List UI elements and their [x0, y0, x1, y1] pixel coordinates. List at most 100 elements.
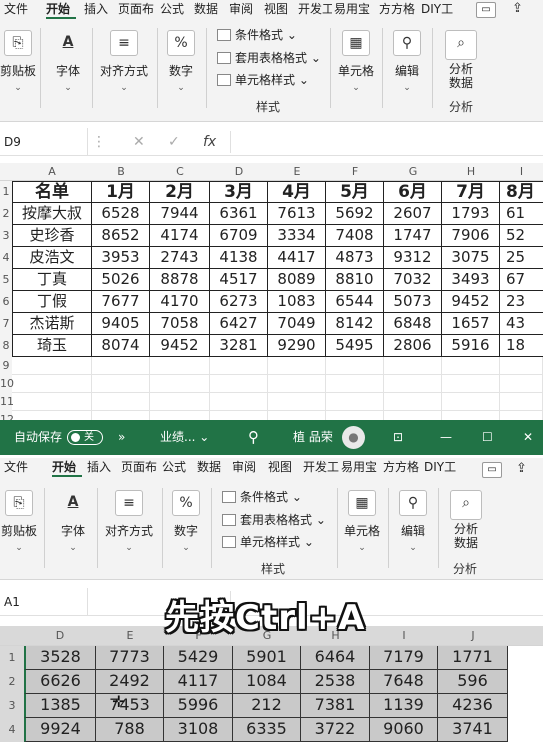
table-cell[interactable]: 3281: [210, 335, 268, 357]
empty-cell[interactable]: [500, 357, 543, 375]
number-button[interactable]: % 数字 ⌄: [165, 30, 197, 93]
table-cell[interactable]: 1793: [442, 203, 500, 225]
table-cell[interactable]: 7032: [384, 269, 442, 291]
table-header-cell[interactable]: 3月: [210, 181, 268, 203]
column-header[interactable]: E: [96, 626, 164, 646]
close-icon[interactable]: ✕: [523, 420, 533, 455]
empty-cell[interactable]: [500, 375, 543, 393]
empty-cell[interactable]: [210, 393, 268, 411]
tab-1[interactable]: 开始: [46, 1, 76, 19]
selected-cell[interactable]: 5996: [164, 694, 233, 718]
table-cell[interactable]: 7677: [92, 291, 150, 313]
table-header-cell[interactable]: 5月: [326, 181, 384, 203]
table-cell[interactable]: 9312: [384, 247, 442, 269]
tab-4[interactable]: 公式: [160, 1, 190, 19]
selected-cell[interactable]: 6464: [301, 646, 370, 670]
selected-cell[interactable]: 3741: [438, 718, 508, 742]
selected-cell[interactable]: 2538: [301, 670, 370, 694]
name-cell[interactable]: 琦玉: [12, 335, 92, 357]
selected-cell[interactable]: 7381: [301, 694, 370, 718]
empty-cell[interactable]: [442, 357, 500, 375]
tab-3[interactable]: 页面布: [118, 1, 158, 19]
tab-9[interactable]: 易用宝: [334, 1, 378, 19]
table-cell[interactable]: 7049: [268, 313, 326, 335]
table-header-cell[interactable]: 1月: [92, 181, 150, 203]
empty-cell[interactable]: [210, 375, 268, 393]
table-cell[interactable]: 3953: [92, 247, 150, 269]
table-cell[interactable]: 4873: [326, 247, 384, 269]
tab-8[interactable]: 开发工: [303, 459, 339, 477]
format-as-table-button[interactable]: 套用表格格式 ⌄: [217, 49, 321, 67]
font-button[interactable]: A 字体 ⌄: [50, 30, 86, 93]
row-header[interactable]: 4: [0, 247, 12, 269]
cell-styles-button[interactable]: 单元格样式 ⌄: [217, 71, 309, 89]
minimize-icon[interactable]: —: [440, 420, 452, 455]
selected-cell[interactable]: 6335: [233, 718, 301, 742]
table-cell[interactable]: 7613: [268, 203, 326, 225]
name-cell[interactable]: 丁假: [12, 291, 92, 313]
table-cell[interactable]: 67: [500, 269, 543, 291]
analyze-data-button[interactable]: ⌕ 分析 数据: [446, 490, 486, 550]
empty-cell[interactable]: [92, 375, 150, 393]
tab-7[interactable]: 视图: [264, 1, 294, 19]
table-cell[interactable]: 23: [500, 291, 543, 313]
selected-cell[interactable]: 7648: [370, 670, 438, 694]
empty-cell[interactable]: [384, 411, 442, 420]
table-header-cell[interactable]: 7月: [442, 181, 500, 203]
empty-cell[interactable]: [268, 393, 326, 411]
table-cell[interactable]: 61: [500, 203, 543, 225]
row-header[interactable]: 8: [0, 335, 12, 357]
row-header[interactable]: 7: [0, 313, 12, 335]
tab-11[interactable]: DIY工: [421, 1, 457, 19]
table-cell[interactable]: 9405: [92, 313, 150, 335]
selected-cell[interactable]: 1771: [438, 646, 508, 670]
table-header-cell[interactable]: 名单: [12, 181, 92, 203]
row-header[interactable]: 1: [0, 646, 24, 670]
selected-cell[interactable]: 1139: [370, 694, 438, 718]
empty-cell[interactable]: [12, 411, 92, 420]
empty-cell[interactable]: [384, 393, 442, 411]
empty-cell[interactable]: [12, 393, 92, 411]
column-header[interactable]: D: [24, 626, 96, 646]
column-header[interactable]: I: [370, 626, 438, 646]
column-header[interactable]: D: [210, 163, 268, 181]
selected-cell[interactable]: 6626: [24, 670, 96, 694]
file-name[interactable]: 业绩... ⌄: [160, 420, 209, 455]
tab-4[interactable]: 公式: [162, 459, 192, 477]
row-header[interactable]: 10: [0, 375, 14, 393]
table-cell[interactable]: 5026: [92, 269, 150, 291]
clipboard-button[interactable]: ⎘ 剪贴板 ⌄: [0, 490, 38, 553]
edit-button[interactable]: ⚲ 编辑 ⌄: [396, 490, 430, 553]
table-cell[interactable]: 43: [500, 313, 543, 335]
empty-cell[interactable]: [12, 375, 92, 393]
tab-2[interactable]: 插入: [84, 1, 114, 19]
table-cell[interactable]: 1747: [384, 225, 442, 247]
empty-cell[interactable]: [384, 375, 442, 393]
comment-icon[interactable]: ▭: [476, 2, 496, 18]
table-cell[interactable]: 18: [500, 335, 543, 357]
row-header[interactable]: 12: [0, 411, 14, 420]
table-cell[interactable]: 8089: [268, 269, 326, 291]
selected-cell[interactable]: 3722: [301, 718, 370, 742]
name-cell[interactable]: 史珍香: [12, 225, 92, 247]
name-cell[interactable]: 按摩大叔: [12, 203, 92, 225]
row-header[interactable]: 3: [0, 225, 12, 247]
empty-cell[interactable]: [500, 411, 543, 420]
empty-cell[interactable]: [268, 411, 326, 420]
selected-cell[interactable]: 7773: [96, 646, 164, 670]
row-header[interactable]: 2: [0, 670, 24, 694]
empty-cell[interactable]: [92, 357, 150, 375]
ribbon-display-icon[interactable]: ⊡: [393, 420, 403, 455]
table-cell[interactable]: 25: [500, 247, 543, 269]
empty-cell[interactable]: [384, 357, 442, 375]
tab-8[interactable]: 开发工: [298, 1, 332, 19]
cells-button[interactable]: ▦ 单元格 ⌄: [337, 30, 375, 93]
column-header[interactable]: H: [442, 163, 500, 181]
row-header[interactable]: 5: [0, 269, 12, 291]
alignment-button[interactable]: ≡ 对齐方式 ⌄: [98, 30, 150, 93]
column-header[interactable]: A: [12, 163, 92, 181]
column-header[interactable]: F: [326, 163, 384, 181]
cancel-icon[interactable]: ✕: [133, 128, 145, 156]
table-cell[interactable]: 4174: [150, 225, 210, 247]
name-cell[interactable]: 丁真: [12, 269, 92, 291]
